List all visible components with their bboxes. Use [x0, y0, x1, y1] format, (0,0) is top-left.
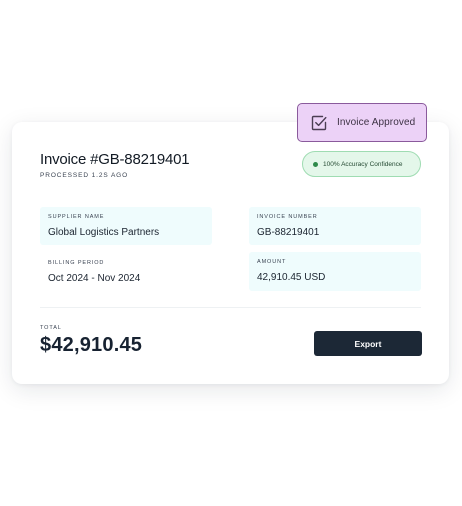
supplier-name-value: Global Logistics Partners: [48, 227, 160, 238]
billing-period-value: Oct 2024 - Nov 2024: [48, 273, 141, 284]
processed-time-label: PROCESSED 1.2S AGO: [40, 172, 129, 179]
billing-period-field: BILLING PERIOD Oct 2024 - Nov 2024: [40, 253, 212, 291]
export-button[interactable]: Export: [314, 331, 422, 356]
invoice-number-value: GB-88219401: [257, 227, 320, 238]
accuracy-confidence-label: 100% Accuracy Confidence: [323, 160, 403, 168]
status-dot-icon: [313, 161, 318, 167]
checkbox-checked-icon: [311, 115, 327, 130]
supplier-name-label: SUPPLIER NAME: [48, 214, 105, 220]
invoice-number-label: INVOICE NUMBER: [257, 214, 318, 220]
amount-label: AMOUNT: [257, 259, 287, 265]
billing-period-label: BILLING PERIOD: [48, 260, 105, 266]
invoice-title: Invoice #GB-88219401: [40, 151, 190, 168]
total-label: TOTAL: [40, 325, 62, 331]
invoice-number-field: INVOICE NUMBER GB-88219401: [249, 207, 421, 245]
divider: [40, 307, 421, 308]
total-value: $42,910.45: [40, 334, 143, 356]
amount-field: AMOUNT 42,910.45 USD: [249, 252, 421, 291]
supplier-name-field: SUPPLIER NAME Global Logistics Partners: [40, 207, 212, 245]
invoice-approved-badge: Invoice Approved: [297, 103, 427, 142]
invoice-approved-label: Invoice Approved: [337, 117, 416, 128]
amount-value: 42,910.45 USD: [257, 272, 326, 283]
accuracy-confidence-badge: 100% Accuracy Confidence: [302, 151, 421, 177]
